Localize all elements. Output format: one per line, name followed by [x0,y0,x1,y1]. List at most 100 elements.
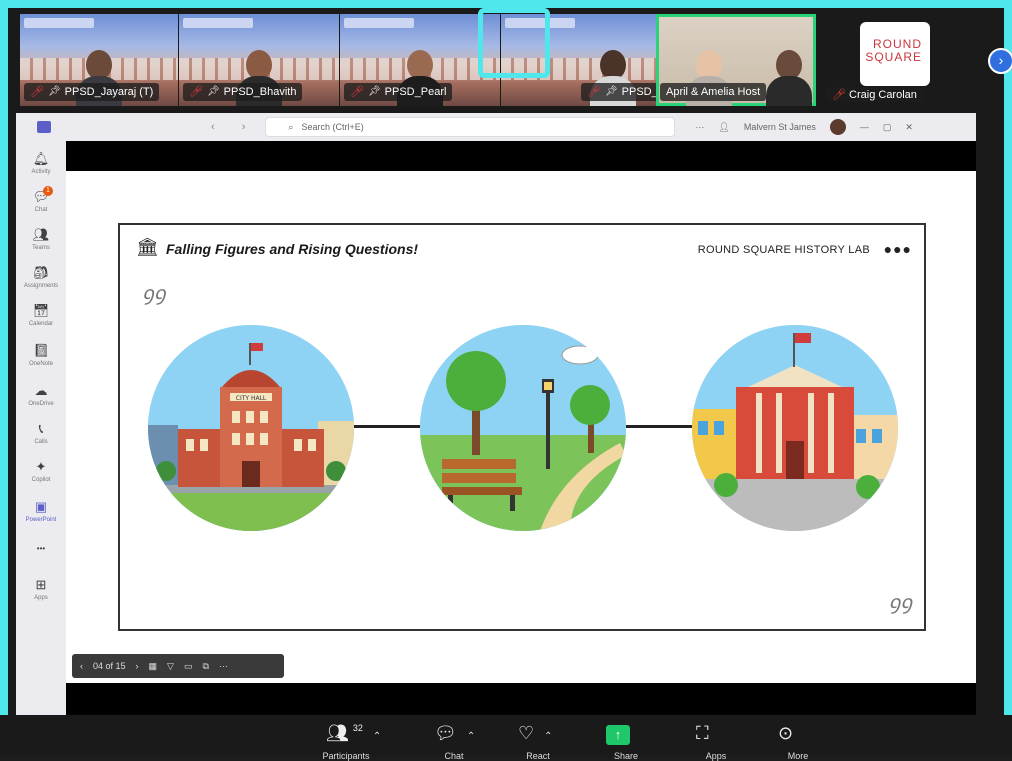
participant-name-tag: 🎤︎📌︎PPSD_Daksh [581,83,659,101]
share-icon: ↑ [606,725,630,745]
chat-button[interactable]: 💬︎ ⌃ Chat [434,723,475,761]
assignments-icon: 🎒︎ [32,265,50,280]
participant-tile[interactable]: 🎤︎ 📌︎ PPSD_Bhavith [179,14,339,106]
calls-icon: 📞︎ [38,421,44,436]
pin-icon: 📌︎ [367,86,381,97]
slide-pager: ‹ 04 of 15 › ▦ ▽ ▭ ⧉ ··· [72,654,284,678]
title-bar-right: ··· 👤︎ Malvern St James — ▢ ✕ [695,119,913,135]
apps-icon: ⊞ [35,577,47,592]
next-participants-button[interactable]: › [988,48,1012,74]
maximize-button[interactable]: ▢ [883,122,892,133]
mic-off-icon: 🎤︎ [350,86,364,98]
chat-icon: 💬︎ [32,189,50,204]
participant-tile[interactable]: 🎤︎ 📌︎ PPSD_Pearl [340,14,500,106]
rail-item-onedrive[interactable]: ☁ OneDrive [16,383,66,419]
rail-more-button[interactable]: ••• [16,541,66,577]
rail-item-apps[interactable]: ⊞ Apps [16,577,66,613]
mic-off-icon: 🎤︎ [189,86,203,98]
chat-icon: 💬︎ [434,723,457,743]
onedrive-icon: ☁ [34,383,48,398]
title-bar: ‹ › ⌕ Search (Ctrl+E) ··· 👤︎ Malvern St J… [16,113,976,141]
rail-item-assignments[interactable]: 🎒︎ Assignments [16,265,66,301]
teams-logo-icon [37,121,51,133]
pager-more-button[interactable]: ··· [219,661,228,671]
camera-icon[interactable]: ▭ [184,661,193,672]
participant-name-tag: April & Amelia Host [660,83,767,101]
unread-badge: 1 [43,186,53,196]
nav-arrows[interactable]: ‹ › [211,121,257,133]
avatar[interactable] [829,119,846,135]
chevron-up-icon[interactable]: ⌃ [467,731,475,742]
participant-name-tag: 🎤︎ Craig Carolan [826,87,923,102]
slide-dots: ●●● [883,241,912,257]
chevron-up-icon[interactable]: ⌃ [544,731,552,742]
grid-view-icon[interactable]: ▦ [149,661,158,672]
laser-pointer-icon[interactable]: ▽ [167,661,174,672]
more-button[interactable]: ⊙ More [778,723,808,761]
highlighted-tile-outline [478,8,550,78]
rail-item-calls[interactable]: 📞︎ Calls [16,421,66,457]
pin-icon: 📌︎ [47,86,61,97]
app-rail: 🔔︎ Activity 💬︎ 1 Chat 👥︎ Teams 🎒︎ Assignments… [16,141,66,715]
flourish-ornament: ꝯꝯ [888,590,912,614]
next-slide-button[interactable]: › [136,661,139,671]
participants-icon: 👥︎ [326,723,349,743]
city-hall-illustration: CITY HALL [148,325,354,531]
rail-item-copilot[interactable]: ✦ Copilot [16,459,66,495]
participants-button[interactable]: 👥︎ 32⌃ Participants [322,723,381,761]
mic-off-icon: 🎤︎ [30,86,44,98]
search-input[interactable]: ⌕ Search (Ctrl+E) [265,117,676,137]
connector-line [626,425,694,428]
park-illustration [420,325,626,531]
captions-icon[interactable]: ⧉ [202,661,208,672]
rail-item-powerpoint[interactable]: ▣ PowerPoint [16,499,66,535]
rail-item-calendar[interactable]: 📅︎ Calendar [16,303,66,339]
chevron-up-icon[interactable]: ⌃ [373,731,381,742]
pin-icon: 📌︎ [206,86,220,97]
more-icon: ••• [36,544,46,553]
slide-title: Falling Figures and Rising Questions! [166,241,419,257]
calendar-icon: 📅︎ [32,303,50,318]
government-building-illustration [692,325,898,531]
active-speaker-tile[interactable]: April & Amelia Host [656,14,816,106]
school-banner [24,18,94,28]
close-button[interactable]: ✕ [905,122,913,133]
participant-name-tag: 🎤︎ 📌︎ PPSD_Jayaraj (T) [24,83,160,101]
mic-off-icon: 🎤︎ [587,86,601,98]
participant-tile[interactable]: 🎤︎ 📌︎ PPSD_Jayaraj (T) [20,14,178,106]
people-icon[interactable]: 👤︎ [718,122,729,133]
slide-counter: 04 of 15 [93,661,126,671]
city-hall-sign: CITY HALL [236,395,267,402]
rail-item-onenote[interactable]: 📓︎ OneNote [16,343,66,379]
org-name: Malvern St James [743,122,816,132]
more-options-button[interactable]: ··· [695,122,704,132]
search-icon: ⌕ [288,121,294,132]
connector-line [354,425,424,428]
meeting-toolbar: 👥︎ 32⌃ Participants 💬︎ ⌃ Chat ♡ ⌃ React ↑ S… [0,715,1012,761]
rail-item-teams[interactable]: 👥︎ Teams [16,227,66,263]
prev-slide-button[interactable]: ‹ [80,661,83,671]
apps-button[interactable]: ⛶ Apps [696,723,726,761]
teams-window: ‹ › ⌕ Search (Ctrl+E) ··· 👤︎ Malvern St J… [16,113,976,715]
onenote-icon: 📓︎ [32,343,50,358]
flourish-ornament: ꝯꝯ [142,281,166,305]
participant-video [766,50,812,106]
school-banner [344,18,414,28]
participant-name-tag: 🎤︎ 📌︎ PPSD_Pearl [344,83,453,101]
slide: 🏛︎ Falling Figures and Rising Questions!… [118,223,926,631]
react-button[interactable]: ♡ ⌃ React [518,723,553,761]
minimize-button[interactable]: — [860,122,869,132]
rail-item-activity[interactable]: 🔔︎ Activity [16,151,66,187]
museum-icon: 🏛︎ [136,237,159,257]
share-button[interactable]: ↑ Share [606,723,638,761]
slide-brand: ROUND SQUARE HISTORY LAB [697,244,870,256]
powerpoint-icon: ▣ [34,499,48,514]
pin-icon: 📌︎ [604,86,618,97]
mic-off-icon: 🎤︎ [832,89,846,101]
more-icon: ⊙ [778,723,794,743]
heart-icon: ♡ [518,723,535,743]
bell-icon: 🔔︎ [32,151,50,166]
teams-icon: 👥︎ [32,227,50,242]
rail-item-chat[interactable]: 💬︎ 1 Chat [16,186,66,225]
apps-icon: ⛶ [696,723,709,743]
